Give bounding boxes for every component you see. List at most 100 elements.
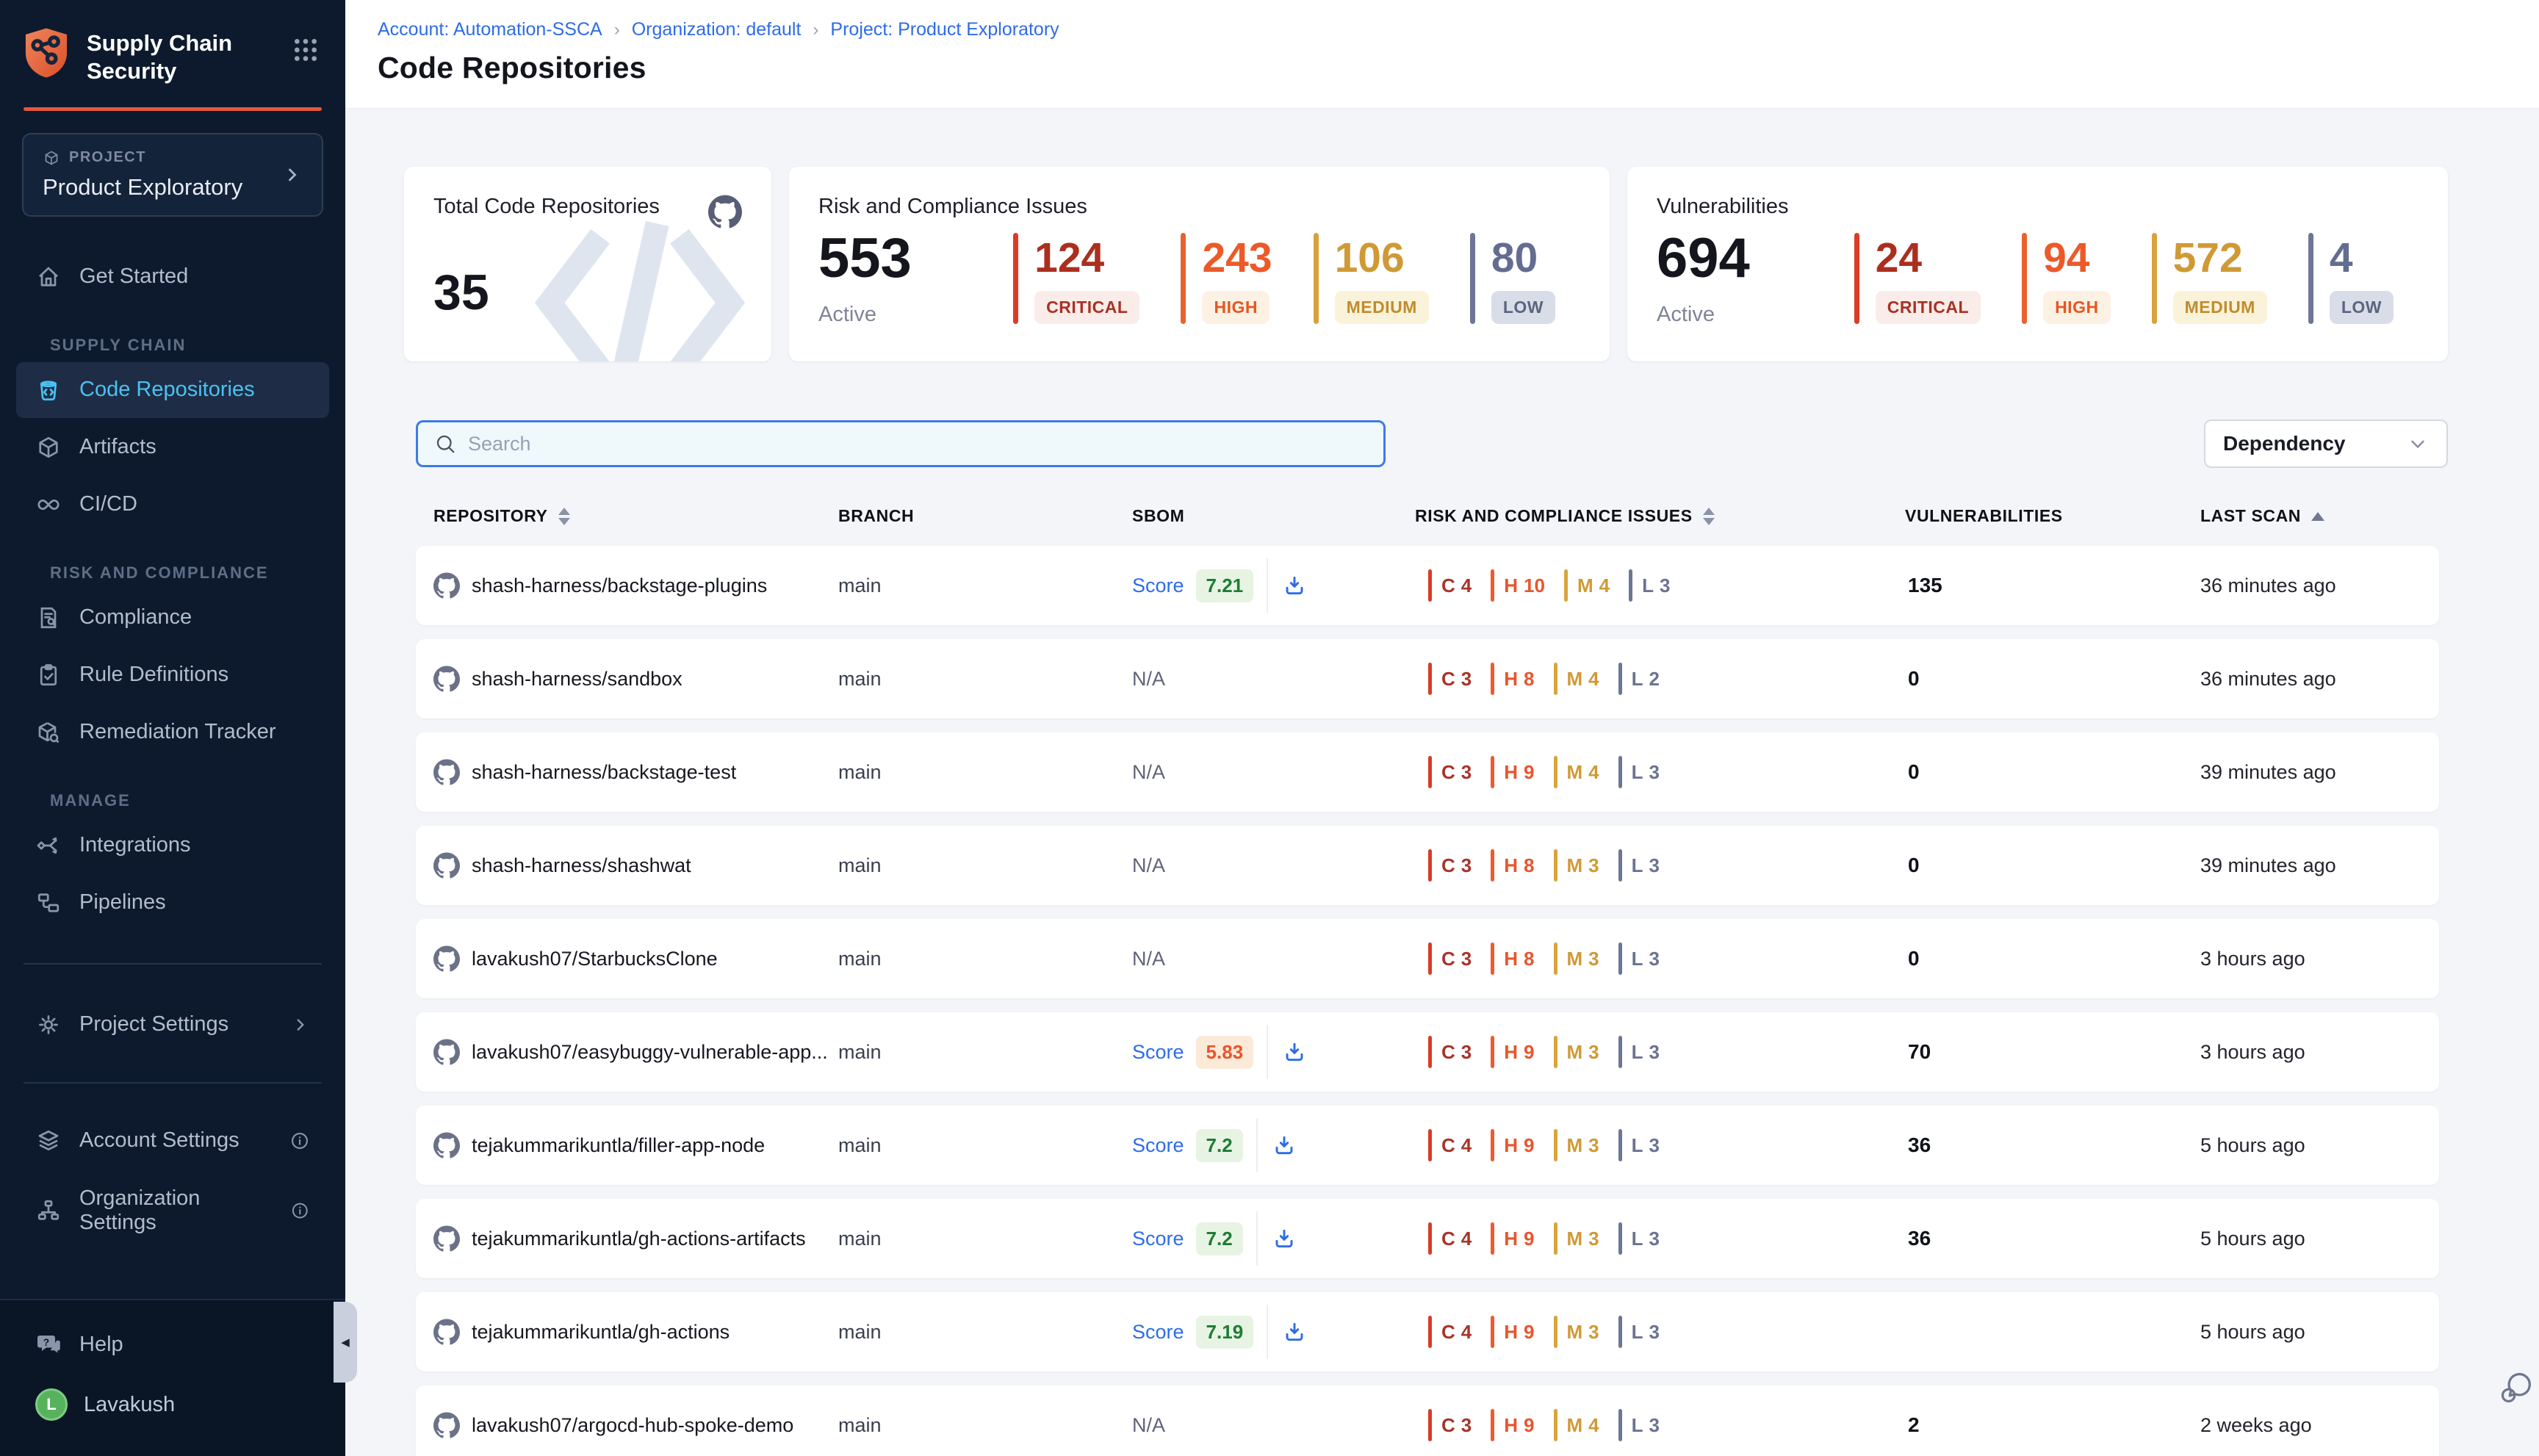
sidebar-item-help[interactable]: ? Help [16, 1316, 329, 1372]
high-bar [1491, 849, 1494, 882]
integrations-icon [35, 832, 62, 859]
github-icon [433, 1132, 460, 1158]
download-sbom-button[interactable] [1283, 1040, 1306, 1064]
sidebar-item-rule-definitions[interactable]: Rule Definitions [16, 647, 329, 703]
table-row[interactable]: tejakummarikuntla/filler-app-node main S… [416, 1106, 2439, 1185]
sidebar-item-artifacts[interactable]: Artifacts [16, 419, 329, 475]
table-row[interactable]: lavakush07/StarbucksClone main N/A C3 H8… [416, 919, 2439, 998]
project-selector[interactable]: PROJECT Product Exploratory [22, 133, 323, 217]
severity-medium: 572MEDIUM [2152, 233, 2267, 324]
issues-cell: C3 H9 M3 L3 [1415, 1036, 1905, 1068]
last-scan: 3 hours ago [2200, 948, 2439, 970]
table-row[interactable]: tejakummarikuntla/gh-actions-artifacts m… [416, 1199, 2439, 1278]
column-risk-compliance-issues[interactable]: RISK AND COMPLIANCE ISSUES [1415, 506, 1905, 526]
sbom-na: N/A [1132, 854, 1165, 877]
home-icon [35, 264, 62, 290]
infinity-icon [35, 491, 62, 518]
nav-section-risk-compliance: RISK AND COMPLIANCE [50, 563, 345, 583]
column-repository[interactable]: REPOSITORY [433, 506, 838, 526]
support-chat-button[interactable] [2498, 1368, 2536, 1406]
github-icon [433, 1039, 460, 1065]
sidebar-item-label: CI/CD [79, 492, 137, 516]
branch-name: main [838, 1041, 1132, 1064]
vulnerabilities-count: 70 [1905, 1040, 2200, 1064]
repo-name: lavakush07/StarbucksClone [472, 948, 718, 970]
table-row[interactable]: shash-harness/backstage-test main N/A C3… [416, 732, 2439, 812]
low-bar [1618, 943, 1622, 975]
card-label: Risk and Compliance Issues [818, 195, 1580, 219]
column-last-scan[interactable]: LAST SCAN [2200, 506, 2439, 526]
github-icon [433, 572, 460, 599]
download-sbom-button[interactable] [1283, 574, 1306, 597]
sidebar-item-get-started[interactable]: Get Started [16, 249, 329, 305]
sidebar-item-account-settings[interactable]: Account Settings [16, 1113, 329, 1169]
breadcrumb-project-link[interactable]: Project: Product Exploratory [830, 19, 1059, 40]
breadcrumb-account-link[interactable]: Account: Automation-SSCA [378, 19, 602, 40]
table-row[interactable]: lavakush07/easybuggy-vulnerable-app... m… [416, 1012, 2439, 1092]
clipboard-check-icon [35, 662, 62, 688]
page-title: Code Repositories [378, 51, 2539, 85]
app-logo-shield-icon [22, 26, 71, 79]
download-sbom-button[interactable] [1283, 1320, 1306, 1344]
remediation-box-icon [35, 719, 62, 746]
branch-name: main [838, 854, 1132, 877]
sidebar-item-project-settings[interactable]: Project Settings [16, 997, 329, 1053]
critical-bar [1428, 1409, 1432, 1441]
sidebar-item-remediation-tracker[interactable]: Remediation Tracker [16, 704, 329, 760]
sidebar-nav: Get Started SUPPLY CHAIN Code Repositori… [0, 248, 345, 932]
issues-cell: C4 H9 M3 L3 [1415, 1316, 1905, 1348]
sbom-na: N/A [1132, 948, 1165, 970]
sidebar-item-label: Code Repositories [79, 378, 255, 402]
risk-issues-total: 553 [818, 231, 912, 286]
github-icon [433, 1319, 460, 1345]
column-sbom: SBOM [1132, 506, 1415, 526]
sidebar-item-integrations[interactable]: Integrations [16, 818, 329, 873]
download-sbom-button[interactable] [1272, 1227, 1296, 1250]
user-menu[interactable]: L Lavakush [16, 1375, 329, 1434]
score-badge: 7.2 [1196, 1129, 1243, 1162]
vulnerabilities-count: 36 [1905, 1134, 2200, 1157]
search-input[interactable] [468, 433, 1367, 455]
help-chat-icon: ? [35, 1331, 62, 1358]
sidebar-item-cicd[interactable]: CI/CD [16, 477, 329, 533]
table-row[interactable]: shash-harness/shashwat main N/A C3 H8 M3… [416, 826, 2439, 905]
sidebar-item-pipelines[interactable]: Pipelines [16, 875, 329, 931]
card-label: Vulnerabilities [1657, 195, 2419, 219]
severity-high: 243HIGH [1181, 233, 1272, 324]
sort-ascending-icon [2311, 512, 2324, 521]
medium-bar [1564, 569, 1568, 602]
nav-section-manage: MANAGE [50, 791, 345, 810]
severity-high: 94HIGH [2022, 233, 2111, 324]
chevron-right-icon [291, 1015, 310, 1034]
info-icon[interactable] [289, 1131, 310, 1151]
critical-bar [1428, 663, 1432, 695]
breadcrumb-organization-link[interactable]: Organization: default [632, 19, 802, 40]
github-icon [433, 1225, 460, 1252]
app-switcher-icon[interactable] [291, 35, 320, 65]
score-label: Score [1132, 1321, 1184, 1344]
last-scan: 5 hours ago [2200, 1134, 2439, 1157]
sidebar-item-organization-settings[interactable]: Organization Settings [16, 1172, 329, 1250]
table-row[interactable]: shash-harness/backstage-plugins main Sco… [416, 546, 2439, 625]
search-box [416, 420, 1386, 467]
last-scan: 5 hours ago [2200, 1228, 2439, 1250]
sidebar-collapse-handle[interactable]: ◀ [334, 1302, 357, 1383]
issues-cell: C3 H8 M3 L3 [1415, 943, 1905, 975]
table-row[interactable]: lavakush07/argocd-hub-spoke-demo main N/… [416, 1385, 2439, 1456]
page-header: Account: Automation-SSCA› Organization: … [345, 0, 2539, 109]
sidebar-item-compliance[interactable]: Compliance [16, 590, 329, 646]
last-scan: 39 minutes ago [2200, 854, 2439, 877]
download-sbom-button[interactable] [1272, 1134, 1296, 1157]
github-icon [433, 666, 460, 692]
sidebar: Supply ChainSecurity PROJECT Product Exp… [0, 0, 345, 1456]
table-row[interactable]: tejakummarikuntla/gh-actions main Score7… [416, 1292, 2439, 1372]
info-icon[interactable] [290, 1200, 310, 1221]
divider [1256, 1211, 1258, 1266]
low-bar [1618, 756, 1622, 788]
dependency-filter-dropdown[interactable]: Dependency [2204, 419, 2448, 468]
sidebar-item-code-repositories[interactable]: Code Repositories [16, 362, 329, 418]
divider [1267, 1025, 1268, 1079]
column-branch: BRANCH [838, 506, 1132, 526]
table-row[interactable]: shash-harness/sandbox main N/A C3 H8 M4 … [416, 639, 2439, 718]
svg-text:?: ? [43, 1337, 49, 1348]
